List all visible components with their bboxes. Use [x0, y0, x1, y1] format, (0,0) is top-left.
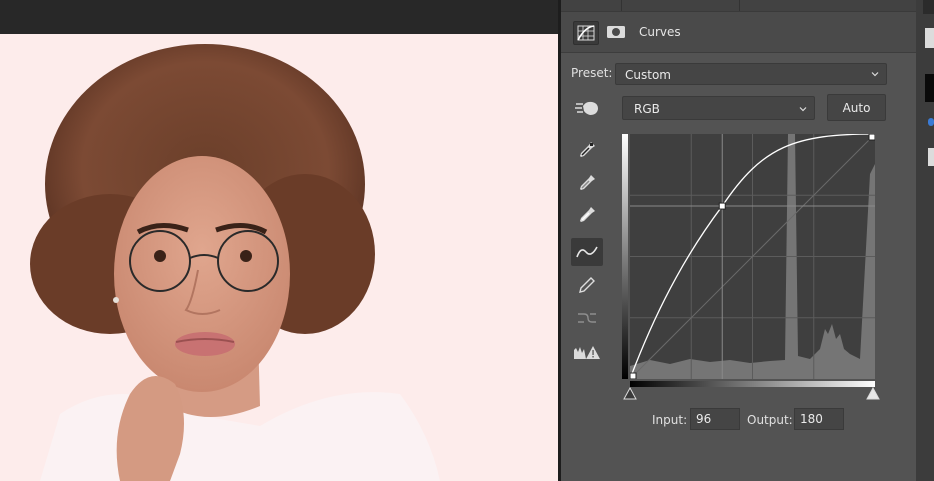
- right-dock-strip: [916, 0, 934, 481]
- properties-header: Curves: [561, 12, 916, 53]
- edit-points-curve-icon[interactable]: [571, 238, 603, 266]
- tab-divider: [621, 0, 622, 11]
- layer-mask-icon[interactable]: [604, 21, 628, 43]
- photo-image: [0, 34, 558, 481]
- preset-value: Custom: [625, 68, 671, 82]
- panel-title: Curves: [639, 25, 681, 39]
- canvas-title-bar: [0, 0, 558, 34]
- dock-tab[interactable]: [923, 0, 934, 14]
- output-gradient-bar: [622, 134, 628, 379]
- input-gradient-bar: [630, 381, 875, 387]
- chevron-down-icon: [871, 72, 879, 77]
- preset-label: Preset:: [571, 66, 613, 80]
- gray-point-eyedropper-icon[interactable]: [571, 169, 603, 197]
- curve-control-point[interactable]: [718, 202, 726, 210]
- white-point-eyedropper-icon[interactable]: [571, 201, 603, 229]
- target-adjustment-hand-icon[interactable]: [571, 94, 603, 122]
- dock-icon[interactable]: [928, 148, 934, 166]
- adjustment-curves-icon[interactable]: [573, 21, 599, 45]
- curves-graph[interactable]: [630, 134, 875, 379]
- auto-button[interactable]: Auto: [827, 94, 886, 121]
- black-point-slider-handle[interactable]: [623, 387, 637, 401]
- chevron-down-icon: [799, 107, 807, 112]
- accent-indicator: [928, 118, 934, 126]
- input-value-field[interactable]: 96: [690, 408, 740, 430]
- preset-dropdown[interactable]: Custom: [615, 63, 887, 85]
- document-canvas[interactable]: [0, 0, 558, 481]
- smooth-curve-icon[interactable]: [571, 304, 603, 332]
- curve-control-point[interactable]: [630, 372, 637, 379]
- channel-value: RGB: [634, 102, 660, 116]
- input-label: Input:: [652, 413, 688, 427]
- panel-tab-strip: [561, 0, 916, 12]
- properties-panel: Curves Preset: Custom RGB Auto Input: 96…: [561, 0, 916, 481]
- pencil-icon[interactable]: [571, 271, 603, 299]
- color-swatch[interactable]: [925, 74, 934, 102]
- clipping-warning-icon[interactable]: [571, 339, 603, 367]
- channel-dropdown[interactable]: RGB: [622, 96, 815, 120]
- portrait-illustration: [0, 34, 558, 481]
- output-value-field[interactable]: 180: [794, 408, 844, 430]
- tab-divider: [739, 0, 740, 11]
- curve-control-point[interactable]: [868, 134, 875, 141]
- output-label: Output:: [747, 413, 793, 427]
- dock-button[interactable]: [925, 28, 934, 48]
- white-point-slider-handle[interactable]: [866, 387, 880, 401]
- black-point-eyedropper-icon[interactable]: [571, 136, 603, 164]
